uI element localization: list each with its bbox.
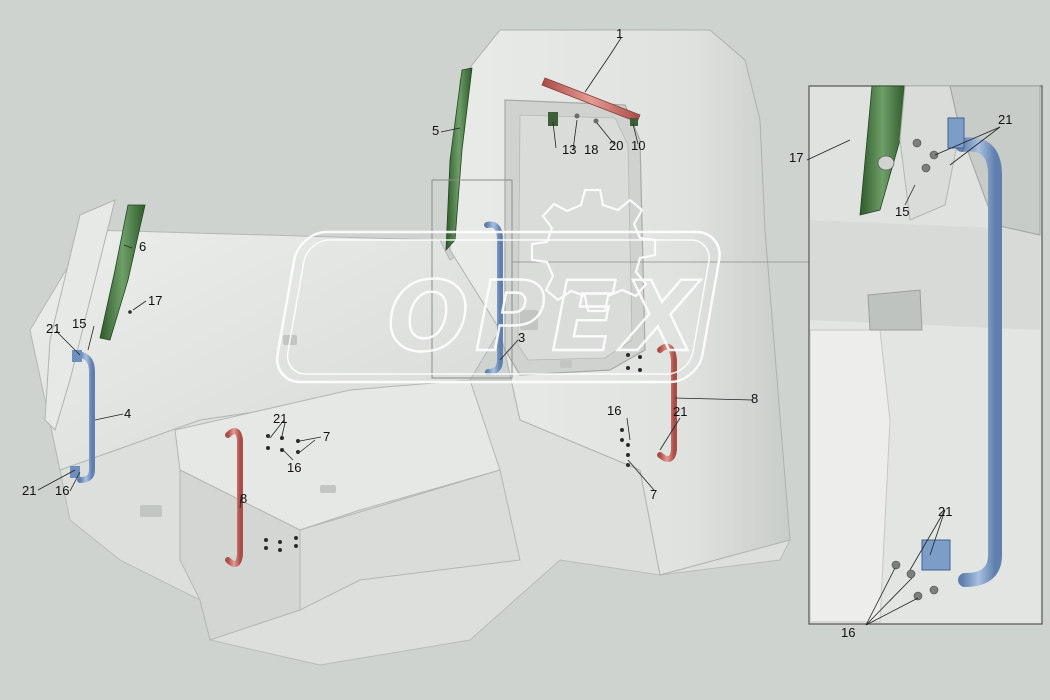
cab-diagram: OPEX 1 5 13 18 20 10 6 17 21 15 4 21 16 … [22,26,1043,666]
callout-16-c: 16 [607,403,621,418]
callout-21-detail-top: 21 [998,112,1012,127]
callout-13: 13 [562,142,576,157]
inset-seat-side [809,329,891,623]
callout-21-detail-bottom: 21 [938,504,952,519]
inset-bracket-bottom [921,539,951,571]
callout-10: 10 [631,138,645,153]
callout-21-c: 21 [273,411,287,426]
callout-4: 4 [124,406,131,421]
callout-1: 1 [616,26,623,41]
callout-8-a: 8 [240,491,247,506]
callout-17: 17 [148,293,162,308]
watermark-text: OPEX [387,261,703,373]
callout-7-a: 7 [323,429,330,444]
callout-6: 6 [139,239,146,254]
callout-21-a: 21 [46,321,60,336]
callout-15-detail: 15 [895,204,909,219]
callout-16-b: 16 [287,460,301,475]
callout-8-b: 8 [751,391,758,406]
callout-16-a: 16 [55,483,69,498]
callout-15: 15 [72,316,86,331]
diagram-stage: OPEX 1 5 13 18 20 10 6 17 21 15 4 21 16 … [0,0,1050,700]
callout-7-b: 7 [650,487,657,502]
callout-16-detail: 16 [841,625,855,640]
inset-wall-band [810,220,1040,330]
callout-21-d: 21 [673,404,687,419]
callout-18: 18 [584,142,598,157]
callout-17-detail: 17 [789,150,803,165]
callout-21-b: 21 [22,483,36,498]
callout-5: 5 [432,123,439,138]
inset-block [867,289,923,331]
callout-20: 20 [609,138,623,153]
callout-3: 3 [518,330,525,345]
